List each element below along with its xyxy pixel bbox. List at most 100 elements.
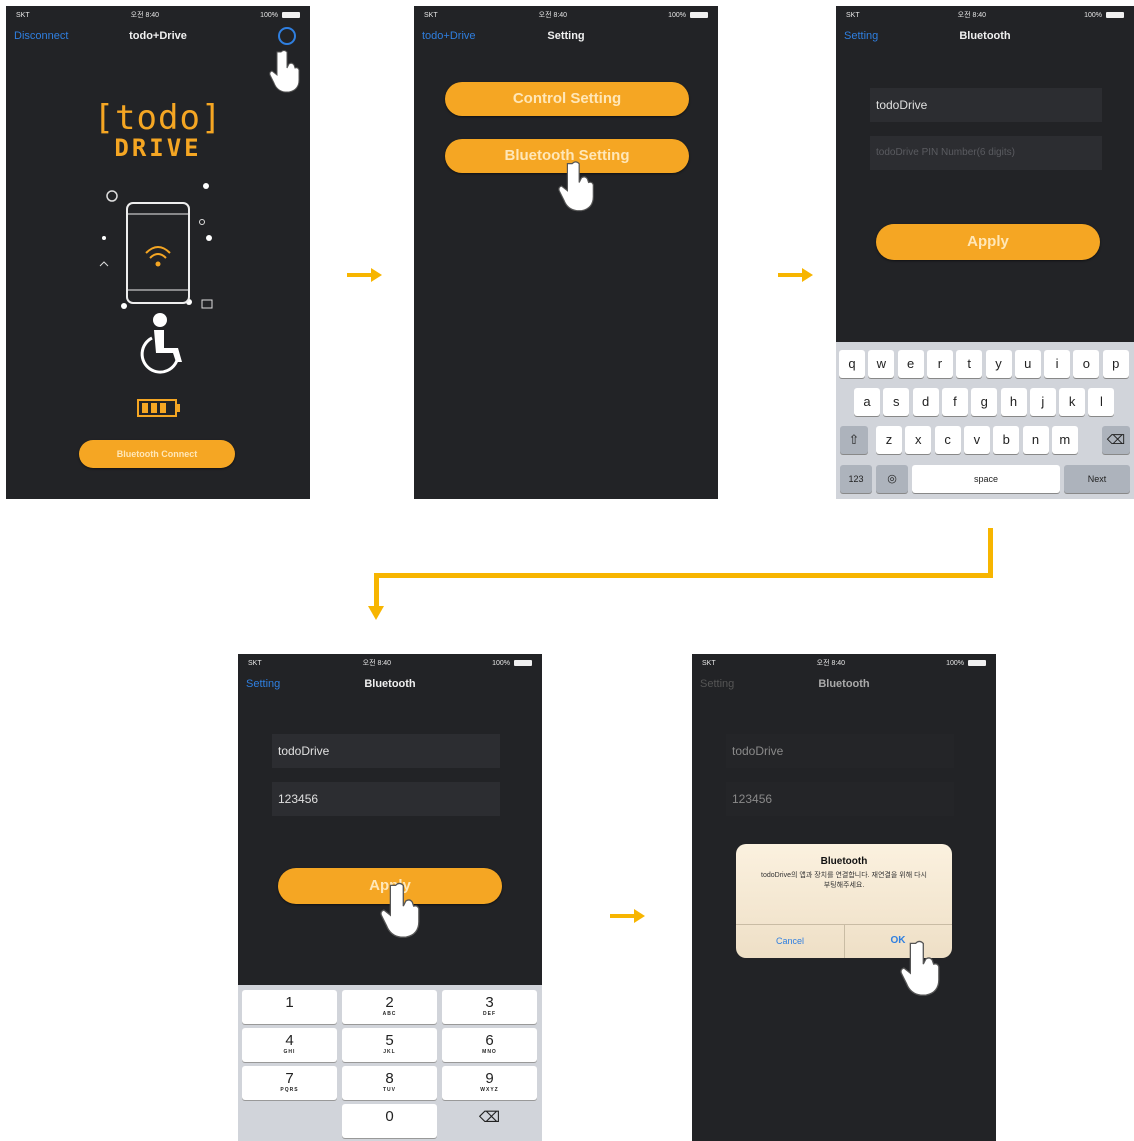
globe-icon[interactable]: ◎: [876, 465, 908, 493]
key-y[interactable]: y: [985, 350, 1012, 378]
digit-key-0[interactable]: 0: [342, 1104, 437, 1138]
nav-bar: Setting Bluetooth: [692, 672, 996, 698]
pin-input[interactable]: 123456: [726, 782, 954, 816]
key-l[interactable]: l: [1088, 388, 1115, 416]
key-o[interactable]: o: [1073, 350, 1100, 378]
key-n[interactable]: n: [1022, 426, 1049, 454]
key-t[interactable]: t: [956, 350, 983, 378]
time-label: 오전 8:40: [816, 660, 846, 667]
key-a[interactable]: a: [854, 388, 880, 416]
digit-key-1[interactable]: 1: [242, 990, 337, 1024]
apply-button[interactable]: Apply: [876, 224, 1100, 260]
carrier-label: SKT: [702, 659, 716, 667]
key-s[interactable]: s: [883, 388, 910, 416]
battery-icon: [689, 12, 708, 18]
next-key[interactable]: Next: [1064, 465, 1130, 493]
todo-logo: [todo] DRIVE: [6, 98, 310, 162]
digit-label: 9: [485, 1070, 494, 1087]
nav-bar: Setting Bluetooth: [836, 24, 1134, 50]
key-i[interactable]: i: [1044, 350, 1071, 378]
device-name-input[interactable]: todoDrive: [272, 734, 500, 768]
battery-label: 100%: [1084, 11, 1102, 19]
time-label: 오전 8:40: [362, 660, 392, 667]
key-v[interactable]: v: [963, 426, 990, 454]
control-setting-button[interactable]: Control Setting: [445, 82, 689, 116]
key-z[interactable]: z: [876, 426, 902, 454]
digit-key-8[interactable]: 8 TUV: [342, 1066, 437, 1100]
status-bar: SKT 오전 8:40 100%: [238, 654, 542, 672]
flow-arrow-icon: [778, 268, 813, 282]
phone-wheelchair-illustration: [99, 183, 213, 417]
numbers-key[interactable]: 123: [840, 465, 872, 493]
battery-icon: [281, 12, 300, 18]
digit-key-9[interactable]: 9 WXYZ: [442, 1066, 537, 1100]
digit-key-3[interactable]: 3 DEF: [442, 990, 537, 1024]
carrier-label: SKT: [846, 11, 860, 19]
tap-hand-icon: [380, 882, 420, 938]
pin-input[interactable]: todoDrive PIN Number(6 digits): [870, 136, 1102, 170]
status-bar: SKT 오전 8:40 100%: [414, 6, 718, 24]
logo-text: [todo]: [93, 98, 223, 138]
carrier-label: SKT: [16, 11, 30, 19]
key-p[interactable]: p: [1102, 350, 1129, 378]
key-m[interactable]: m: [1051, 426, 1078, 454]
digit-key-2[interactable]: 2 ABC: [342, 990, 437, 1024]
key-c[interactable]: c: [934, 426, 961, 454]
digit-label: 2: [385, 994, 394, 1011]
flow-connector-arrow-icon: [368, 528, 993, 620]
digit-label: 3: [485, 994, 494, 1011]
key-d[interactable]: d: [912, 388, 939, 416]
key-x[interactable]: x: [905, 426, 932, 454]
digit-label: 8: [385, 1070, 394, 1087]
letters-label: ABC: [382, 1011, 397, 1017]
digit-label: ⌫: [478, 1109, 501, 1126]
key-q[interactable]: q: [839, 350, 865, 378]
blank-key: [242, 1104, 337, 1138]
time-label: 오전 8:40: [538, 12, 568, 19]
letters-label: TUV: [383, 1087, 396, 1093]
digit-label: 7: [285, 1070, 294, 1087]
screen-main: SKT 오전 8:40 100% Disconnect todo+Drive […: [6, 6, 310, 499]
key-f[interactable]: f: [941, 388, 968, 416]
backspace-key[interactable]: ⌫: [1102, 426, 1130, 454]
digit-label: 4: [285, 1032, 294, 1049]
screen-bluetooth-name: SKT 오전 8:40 100% Setting Bluetooth todoD…: [836, 6, 1134, 499]
nav-title: todo+Drive: [129, 30, 187, 42]
key-b[interactable]: b: [993, 426, 1020, 454]
digit-label: 6: [485, 1032, 494, 1049]
numeric-keypad: 1 2 ABC 3 DEF 4 GHI 5 JKL 6 MNO 7 PQRS 8 TUV 9 WXYZ 0 ⌫: [238, 985, 542, 1141]
space-key[interactable]: space: [912, 465, 1060, 493]
pin-input[interactable]: 123456: [272, 782, 500, 816]
digit-key-5[interactable]: 5 JKL: [342, 1028, 437, 1062]
device-name-input[interactable]: todoDrive: [870, 88, 1102, 122]
device-name-input[interactable]: todoDrive: [726, 734, 954, 768]
key-e[interactable]: e: [897, 350, 924, 378]
delete-key[interactable]: ⌫: [442, 1104, 537, 1138]
key-j[interactable]: j: [1029, 388, 1056, 416]
key-h[interactable]: h: [1000, 388, 1027, 416]
alert-title: Bluetooth: [820, 856, 868, 867]
battery-icon: [513, 660, 532, 666]
settings-gear-icon[interactable]: [278, 27, 296, 45]
digit-key-6[interactable]: 6 MNO: [442, 1028, 537, 1062]
key-u[interactable]: u: [1014, 350, 1041, 378]
battery-label: 100%: [668, 11, 686, 19]
nav-title: Setting: [547, 30, 585, 42]
digit-key-4[interactable]: 4 GHI: [242, 1028, 337, 1062]
carrier-label: SKT: [248, 659, 262, 667]
key-w[interactable]: w: [868, 350, 895, 378]
letters-label: PQRS: [280, 1087, 299, 1093]
shift-key[interactable]: ⇧: [840, 426, 868, 454]
battery-label: 100%: [946, 659, 964, 667]
key-k[interactable]: k: [1059, 388, 1086, 416]
key-g[interactable]: g: [971, 388, 998, 416]
status-bar: SKT 오전 8:40 100%: [836, 6, 1134, 24]
tap-hand-icon: [269, 50, 300, 93]
carrier-label: SKT: [424, 11, 438, 19]
bluetooth-connect-button[interactable]: Bluetooth Connect: [79, 440, 235, 468]
digit-key-7[interactable]: 7 PQRS: [242, 1066, 337, 1100]
cancel-button[interactable]: Cancel: [736, 924, 844, 958]
letters-label: DEF: [483, 1011, 496, 1017]
key-r[interactable]: r: [926, 350, 953, 378]
letters-label: WXYZ: [480, 1087, 499, 1093]
